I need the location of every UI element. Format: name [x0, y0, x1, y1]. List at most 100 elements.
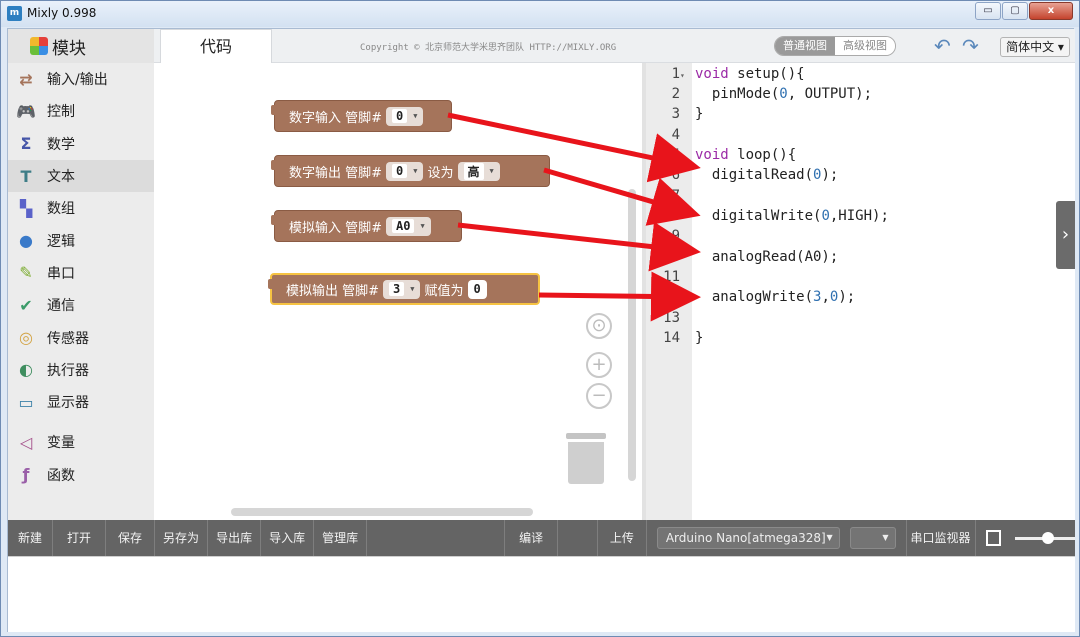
slider-knob[interactable]: [1042, 531, 1055, 544]
save-as-button[interactable]: 另存为: [155, 520, 209, 556]
new-button[interactable]: 新建: [8, 520, 54, 556]
normal-view-button[interactable]: 普通视图: [775, 37, 835, 55]
recenter-icon[interactable]: ⊙: [586, 313, 612, 339]
zoom-in-icon[interactable]: +: [586, 352, 612, 378]
block-notch: [271, 105, 277, 115]
code-editor[interactable]: 1▾ void setup(){ 2 pinMode(0, OUTPUT); 3}…: [646, 63, 1075, 520]
sidebar-header[interactable]: 模块: [8, 29, 154, 63]
pin-dropdown[interactable]: A0 ▼: [386, 216, 431, 236]
chevron-down-icon: ▼: [410, 285, 415, 293]
sidebar-item-label: 逻辑: [47, 233, 75, 250]
sidebar-item-label: 变量: [47, 435, 75, 452]
sidebar-item[interactable]: ▭ 显示器: [8, 386, 154, 418]
io-icon: ⇄: [19, 69, 33, 89]
chevron-down-icon: ▼: [413, 167, 418, 175]
pin-dropdown[interactable]: 0 ▼: [386, 106, 424, 126]
sidebar-item[interactable]: ✎ 串口: [8, 257, 154, 289]
import-library-button[interactable]: 导入库: [261, 520, 315, 556]
code-line: 4: [671, 127, 680, 143]
sidebar-item[interactable]: ● 逻辑: [8, 224, 154, 256]
sidebar-item[interactable]: ◎ 传感器: [8, 321, 154, 353]
code-line: 6 digitalRead(0);: [671, 167, 839, 183]
code-line: 10 analogRead(A0);: [663, 249, 839, 265]
sidebar-item-label: 执行器: [47, 362, 89, 379]
sidebar-item[interactable]: Σ 数学: [8, 128, 154, 160]
chevron-right-icon[interactable]: ›: [1056, 201, 1075, 269]
serial-monitor-button[interactable]: 串口监视器: [905, 520, 976, 556]
redo-icon[interactable]: ↷: [962, 34, 979, 58]
zoom-out-icon[interactable]: −: [586, 383, 612, 409]
block-label: 模拟输出 管脚#: [286, 283, 380, 299]
sidebar-item[interactable]: ▚ 数组: [8, 192, 154, 224]
app-logo-icon: m: [7, 6, 22, 21]
pin-value: A0: [392, 219, 415, 233]
code-line: 13: [663, 310, 680, 326]
sigma-icon: Σ: [20, 134, 32, 154]
code-line: 12 analogWrite(3,0);: [663, 289, 856, 305]
export-library-button[interactable]: 导出库: [208, 520, 262, 556]
sidebar-item-label: 数组: [47, 201, 75, 218]
actuator-icon: ◐: [19, 360, 33, 380]
chip-icon[interactable]: [985, 530, 1002, 546]
chevron-down-icon: ▼: [420, 222, 425, 230]
open-button[interactable]: 打开: [53, 520, 107, 556]
pin-dropdown[interactable]: 0 ▼: [386, 161, 424, 181]
board-select[interactable]: Arduino Nano[atmega328] ▼: [656, 527, 840, 549]
block-workspace[interactable]: 数字输入 管脚# 0 ▼ 数字输出 管脚# 0 ▼ 设为 高 ▼ 模拟输入 管脚# A…: [154, 63, 642, 520]
trash-lid: [566, 433, 606, 439]
array-icon: ▚: [19, 198, 33, 218]
code-line: 14}: [663, 330, 704, 346]
language-select[interactable]: 简体中文 ▾: [1000, 37, 1070, 57]
window-title: Mixly 0.998: [27, 6, 97, 20]
trash-icon[interactable]: [566, 433, 606, 485]
minimize-button[interactable]: ▭: [975, 2, 1001, 20]
vertical-scrollbar[interactable]: [628, 189, 636, 481]
sidebar-item-label: 控制: [47, 104, 75, 121]
tab-code[interactable]: 代码: [160, 29, 272, 63]
sidebar-item[interactable]: 🎮 控制: [8, 95, 154, 127]
trash-body: [568, 442, 604, 484]
digital-write-block[interactable]: 数字输出 管脚# 0 ▼ 设为 高 ▼: [271, 155, 550, 187]
advanced-view-button[interactable]: 高级视图: [835, 37, 895, 55]
pin-dropdown[interactable]: 3 ▼: [383, 279, 421, 299]
sidebar-item-label: 显示器: [47, 395, 89, 412]
sidebar-item[interactable]: ✔ 通信: [8, 289, 154, 321]
block-notch: [271, 160, 277, 170]
level-dropdown[interactable]: 高 ▼: [457, 161, 500, 181]
sidebar-item[interactable]: ◁ 变量: [8, 426, 154, 458]
app-window: m Mixly 0.998 ▭ ▢ x 模块 ⇄ 输入/输出 🎮 控制 Σ 数学 T 文本 ▚ 数…: [0, 0, 1080, 637]
undo-icon[interactable]: ↶: [934, 34, 951, 58]
sidebar-item-label: 数学: [47, 136, 75, 153]
upload-button[interactable]: 上传: [598, 520, 647, 556]
block-notch: [271, 215, 277, 225]
code-line: 11: [663, 269, 680, 285]
level-value: 高: [463, 162, 484, 180]
value-input[interactable]: 0: [467, 279, 487, 299]
zoom-slider[interactable]: [1015, 531, 1076, 544]
sidebar-item[interactable]: ⇄ 输入/输出: [8, 63, 154, 95]
chevron-down-icon: ▼: [826, 533, 833, 542]
gamepad-icon: 🎮: [16, 101, 36, 121]
toolbar-spacer: [558, 520, 598, 556]
horizontal-scrollbar[interactable]: [231, 508, 533, 516]
digital-read-block[interactable]: 数字输入 管脚# 0 ▼: [271, 100, 452, 132]
comm-icon: ✔: [19, 295, 33, 315]
editor-tab-bar: 代码 Copyright © 北京师范大学米思齐团队 HTTP://MIXLY.…: [154, 29, 1075, 63]
sidebar-item[interactable]: ◐ 执行器: [8, 354, 154, 386]
code-line: 9: [671, 228, 680, 244]
board-value: Arduino Nano[atmega328]: [665, 531, 826, 545]
save-button[interactable]: 保存: [106, 520, 156, 556]
sidebar-item[interactable]: T 文本: [8, 159, 154, 193]
sidebar-item[interactable]: ƒ 函数: [8, 459, 154, 491]
port-select[interactable]: ▼: [849, 527, 896, 549]
close-button[interactable]: x: [1029, 2, 1073, 20]
maximize-button[interactable]: ▢: [1002, 2, 1028, 20]
analog-write-block[interactable]: 模拟输出 管脚# 3 ▼ 赋值为 0: [268, 273, 540, 305]
display-icon: ▭: [18, 392, 34, 412]
manage-library-button[interactable]: 管理库: [314, 520, 368, 556]
value-text: 0: [473, 282, 481, 296]
code-line: 1▾ void setup(){: [671, 66, 805, 82]
compile-button[interactable]: 编译: [504, 520, 559, 556]
analog-read-block[interactable]: 模拟输入 管脚# A0 ▼: [271, 210, 462, 242]
output-console[interactable]: [8, 556, 1075, 632]
